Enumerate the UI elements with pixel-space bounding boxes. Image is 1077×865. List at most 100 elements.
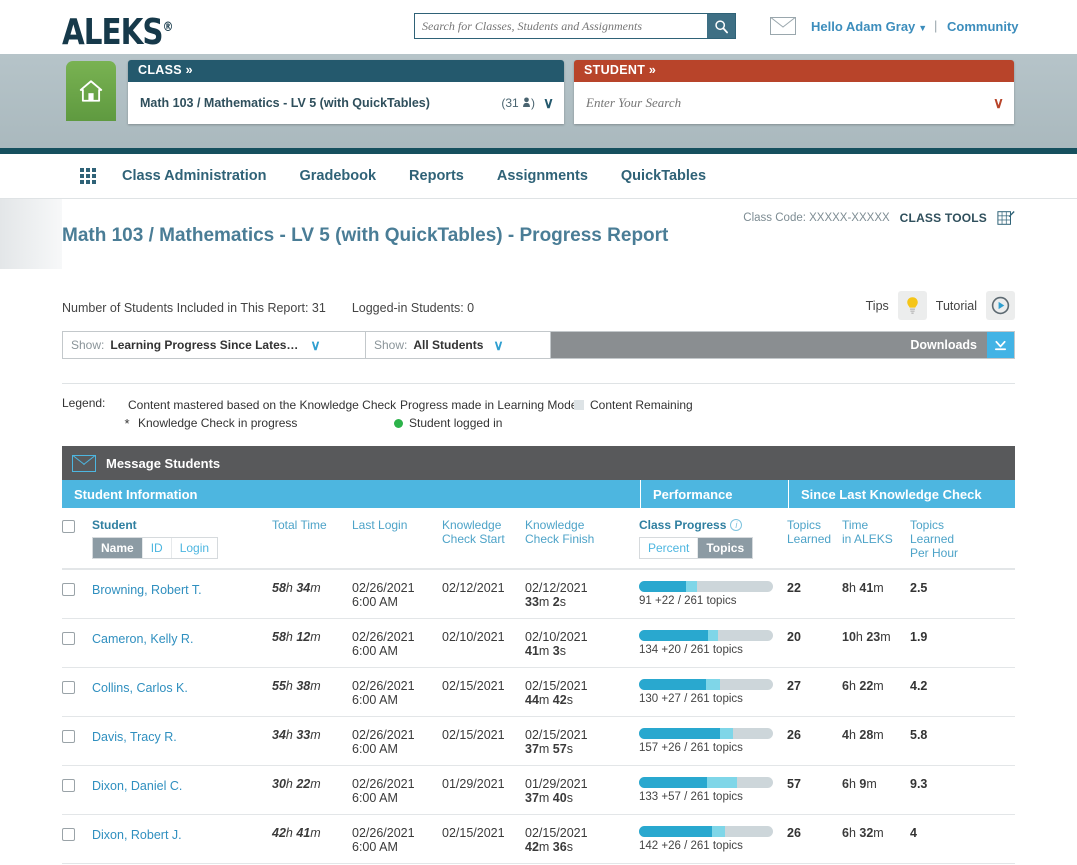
logo-text: ALEKS [62, 12, 163, 53]
tutorial-button[interactable] [986, 291, 1015, 320]
select-all-checkbox[interactable] [62, 520, 75, 533]
cell-kc-finish: 02/15/202142m 36s [525, 826, 639, 854]
cell-total-time: 55h 38m [272, 679, 352, 693]
table-group-header: Student Information Performance Since La… [62, 480, 1015, 508]
tips-button[interactable] [898, 291, 927, 320]
cell-topics-per-hour: 4 [910, 826, 985, 840]
community-link[interactable]: Community [947, 19, 1019, 34]
progress-display-toggle[interactable]: Percent Topics [639, 537, 753, 559]
messages-icon[interactable] [770, 17, 796, 35]
progress-bar-label: 157 +26 / 261 topics [639, 742, 787, 754]
search-input[interactable] [415, 14, 707, 38]
nav-item-assignments[interactable]: Assignments [497, 168, 588, 184]
cell-class-progress: 133 +57 / 261 topics [639, 777, 787, 803]
row-checkbox[interactable] [62, 632, 75, 645]
cell-class-progress: 130 +27 / 261 topics [639, 679, 787, 705]
row-checkbox[interactable] [62, 583, 75, 596]
col-topics-learned-per-hour[interactable]: Topics Learned Per Hour [910, 518, 985, 560]
aleks-logo[interactable]: ALEKS® [62, 12, 172, 53]
row-checkbox[interactable] [62, 828, 75, 841]
cell-topics-learned: 22 [787, 581, 842, 595]
toggle-login[interactable]: Login [171, 538, 217, 558]
logged-in-students-label: Logged-in Students: 0 [352, 301, 474, 315]
student-dropdown-chevron-icon[interactable]: ∨ [993, 94, 1004, 112]
legend-item-learning: Progress made in Learning Mode [394, 398, 574, 412]
selected-class-name: Math 103 / Mathematics - LV 5 (with Quic… [140, 96, 501, 110]
toggle-id[interactable]: ID [142, 538, 171, 558]
nav-item-reports[interactable]: Reports [409, 168, 464, 184]
user-menu[interactable]: Hello Adam Gray▼ [811, 19, 927, 34]
downloads-label[interactable]: Downloads [910, 338, 987, 352]
page-content: Class Code: XXXXX-XXXXX CLASS TOOLS Math… [0, 199, 1077, 865]
table-row: Collins, Carlos K.55h 38m02/26/20216:00 … [62, 668, 1015, 717]
legend-row-colors: Content mastered based on the Knowledge … [122, 396, 1015, 414]
report-type-select[interactable]: Show: Learning Progress Since Latest Kno… [63, 332, 366, 358]
student-filter-select[interactable]: Show: All Students ∨ [366, 332, 551, 358]
table-row: Browning, Robert T.58h 34m02/26/20216:00… [62, 570, 1015, 619]
table-body: Browning, Robert T.58h 34m02/26/20216:00… [62, 570, 1015, 865]
cell-topics-learned: 20 [787, 630, 842, 644]
row-select-cell [62, 581, 92, 596]
search-icon[interactable] [707, 14, 735, 38]
col-knowledge-check-start[interactable]: Knowledge Check Start [442, 518, 525, 560]
student-name-link[interactable]: Browning, Robert T. [92, 583, 202, 597]
row-checkbox[interactable] [62, 681, 75, 694]
progress-bar [639, 777, 773, 788]
row-checkbox[interactable] [62, 730, 75, 743]
student-display-toggle[interactable]: Name ID Login [92, 537, 218, 559]
app-grid-icon[interactable] [80, 168, 96, 184]
magnifier-glyph [714, 19, 729, 34]
show-label-1: Show: [71, 338, 104, 352]
col-topics-learned[interactable]: Topics Learned [787, 518, 842, 560]
toggle-topics[interactable]: Topics [697, 538, 752, 558]
cell-kc-start: 02/15/2021 [442, 679, 525, 693]
student-name-link[interactable]: Davis, Tracy R. [92, 730, 177, 744]
nav-item-class-administration[interactable]: Class Administration [122, 168, 267, 184]
global-search[interactable] [414, 13, 736, 39]
col-tlph-line1: Topics [910, 518, 944, 532]
legend-text-mastered: Content mastered based on the Knowledge … [128, 398, 396, 412]
toggle-name[interactable]: Name [93, 538, 142, 558]
col-time-in-aleks-line2: in ALEKS [842, 532, 893, 546]
cell-topics-per-hour: 5.8 [910, 728, 985, 742]
home-button[interactable] [66, 61, 116, 121]
class-dropdown-chevron-icon[interactable]: ∨ [543, 94, 554, 112]
cell-total-time: 42h 41m [272, 826, 352, 840]
progress-bar [639, 728, 773, 739]
filter-bar: Show: Learning Progress Since Latest Kno… [62, 331, 1015, 359]
progress-bar-label: 133 +57 / 261 topics [639, 791, 787, 803]
student-search-input[interactable] [586, 95, 993, 111]
student-name-link[interactable]: Dixon, Daniel C. [92, 779, 182, 793]
nav-item-gradebook[interactable]: Gradebook [300, 168, 377, 184]
row-checkbox[interactable] [62, 779, 75, 792]
student-name-link[interactable]: Dixon, Robert J. [92, 828, 182, 842]
student-name-link[interactable]: Collins, Carlos K. [92, 681, 188, 695]
class-selector-panel[interactable]: CLASS » Math 103 / Mathematics - LV 5 (w… [128, 60, 564, 124]
legend-row-markers: * Knowledge Check in progress Student lo… [122, 414, 1015, 432]
toggle-percent[interactable]: Percent [640, 538, 697, 558]
edit-grid-icon[interactable] [997, 209, 1015, 227]
download-button[interactable] [987, 332, 1014, 358]
info-icon[interactable]: i [730, 519, 742, 531]
cell-time-in-aleks: 6h 9m [842, 777, 910, 791]
legend-item-remaining: Content Remaining [574, 398, 693, 412]
report-info-row: Number of Students Included in This Repo… [62, 291, 1015, 325]
legend-item-kc-in-progress: * Knowledge Check in progress [122, 416, 394, 431]
col-time-in-aleks[interactable]: Time in ALEKS [842, 518, 910, 560]
nav-item-quicktables[interactable]: QuickTables [621, 168, 706, 184]
col-knowledge-check-finish[interactable]: Knowledge Check Finish [525, 518, 639, 560]
progress-bar-label: 142 +26 / 261 topics [639, 840, 787, 852]
student-search-panel[interactable]: STUDENT » ∨ [574, 60, 1014, 124]
group-student-information: Student Information [62, 480, 640, 508]
col-total-time[interactable]: Total Time [272, 518, 352, 560]
col-topics-learned-line2: Learned [787, 532, 831, 546]
student-name-link[interactable]: Cameron, Kelly R. [92, 632, 193, 646]
class-tools-button[interactable]: CLASS TOOLS [900, 211, 987, 225]
message-students-bar[interactable]: Message Students [62, 446, 1015, 480]
table-column-header: Student Name ID Login Total Time Last Lo… [62, 508, 1015, 570]
col-last-login[interactable]: Last Login [352, 518, 442, 560]
cell-kc-finish: 02/12/202133m 2s [525, 581, 639, 609]
row-select-cell [62, 679, 92, 694]
cell-topics-per-hour: 2.5 [910, 581, 985, 595]
main-nav: Class Administration Gradebook Reports A… [0, 154, 1077, 199]
